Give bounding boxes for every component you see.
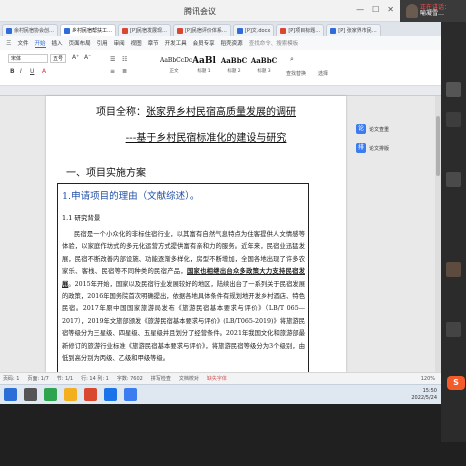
grow-font-icon[interactable]: A⁺ [72, 54, 79, 61]
doc-tab-active[interactable]: 乡村民宿帮扶工… [60, 24, 117, 36]
section-heading: 一、项目实施方案 [66, 168, 146, 179]
doc-check-button[interactable]: 文档校对 [179, 375, 199, 382]
speaker-name: 喻凝雪… [420, 10, 445, 17]
sogou-ime-icon[interactable]: S [447, 376, 465, 390]
bullet-list-icon[interactable]: ☰ [110, 56, 115, 63]
missing-font-button[interactable]: 缺失字体 [207, 375, 227, 382]
status-bar: 页码: 1 页面: 1/7 节: 1/1 行: 14 列: 1 字数: 7602… [0, 372, 441, 384]
start-icon[interactable] [4, 388, 17, 401]
body-paragraph: 民宿是一个小众化的非标住宿行业，以其富有自然气息特点为住客提供人文情感等体验，以… [62, 231, 305, 363]
tencent-meeting-icon[interactable] [124, 388, 137, 401]
folder-icon[interactable] [64, 388, 77, 401]
menu-item-vip[interactable]: 会员专享 [193, 39, 215, 47]
bold-icon[interactable]: B [10, 68, 15, 75]
wps-icon[interactable] [84, 388, 97, 401]
paper-format-button[interactable]: 排论文排版 [356, 143, 398, 153]
style-heading-2[interactable]: AaBbC 标题 2 [220, 54, 248, 80]
paper-format-icon: 排 [356, 143, 366, 153]
meeting-window-controls: — ☐ ✕ [356, 5, 394, 14]
search-command[interactable]: 查找命令、搜索模板 [249, 39, 299, 47]
menu-item-references[interactable]: 引用 [97, 39, 108, 47]
participant-thumb[interactable] [446, 112, 461, 127]
style-heading-3[interactable]: AaBbC 标题 3 [250, 54, 278, 80]
align-left-icon[interactable]: ≡ [110, 68, 115, 75]
pdf-icon [122, 27, 129, 34]
italic-icon[interactable]: I [20, 68, 22, 75]
search-icon[interactable]: ⌕ [290, 55, 294, 64]
participant-thumb[interactable] [446, 172, 461, 187]
status-words[interactable]: 字数: 7602 [117, 375, 143, 382]
browser-icon[interactable] [104, 388, 117, 401]
system-tray-clock[interactable]: 15:50 2022/5/24 [411, 388, 437, 402]
scroll-thumb[interactable] [436, 116, 440, 176]
font-name-select[interactable]: 宋体 [8, 54, 48, 63]
style-normal[interactable]: AaBbCcDc 正文 [160, 54, 192, 80]
doc-icon [330, 27, 337, 34]
numbered-list-icon[interactable]: ☷ [122, 56, 127, 63]
shrink-font-icon[interactable]: A⁻ [84, 54, 91, 61]
paper-check-icon: 论 [356, 124, 366, 134]
ribbon-toolbar: 宋体 五号 A⁺ A⁻ B I U A ☰ ☷ ≡ ≣ AaBbCcDc 正文 A… [0, 50, 441, 86]
menu-item-layout[interactable]: 页面布局 [69, 39, 91, 47]
menu-item-file[interactable]: 文件 [18, 39, 29, 47]
menu-item-chapter[interactable]: 章节 [148, 39, 159, 47]
side-tool-panel: 论论文查重 排论文排版 [356, 124, 398, 162]
align-center-icon[interactable]: ≣ [122, 68, 127, 75]
project-title: 项目全称：张家界乡村民宿高质量发展的调研 [96, 107, 296, 118]
select-button[interactable]: 选择 [318, 70, 328, 77]
underline-icon[interactable]: U [30, 68, 34, 75]
maximize-icon[interactable]: ☐ [372, 5, 379, 14]
wechat-icon[interactable] [44, 388, 57, 401]
participant-thumb[interactable] [446, 262, 461, 277]
status-pages: 页面: 1/7 [27, 376, 49, 382]
status-page: 页码: 1 [3, 376, 20, 382]
meeting-footer [0, 404, 441, 466]
status-section: 节: 1/1 [56, 376, 74, 382]
project-subtitle: ---基于乡村民宿标准化的建设与研究 [125, 133, 287, 144]
zoom-level[interactable]: 120% [421, 376, 435, 382]
pdf-icon [176, 27, 183, 34]
menu-item-home[interactable]: 开始 [34, 39, 46, 48]
font-size-select[interactable]: 五号 [50, 54, 66, 63]
ribbon-menu: 三 文件 开始 插入 页面布局 引用 审阅 视图 章节 开发工具 会员专享 稻壳… [0, 36, 441, 50]
menu-item-docer[interactable]: 稻壳资源 [221, 39, 243, 47]
speaker-video: 正在讲话： 喻凝雪… [400, 0, 466, 22]
status-row: 行: 14 列: 1 [81, 376, 109, 382]
doc-tab[interactable]: 余村民宿协会创… [2, 24, 59, 36]
box-heading: 1.申请项目的理由（文献综述）。 [62, 191, 200, 202]
ruler [0, 86, 441, 96]
style-heading-1[interactable]: AaBl 标题 1 [190, 54, 218, 80]
doc-tab[interactable]: [P]项目标题… [276, 24, 325, 36]
close-icon[interactable]: ✕ [387, 5, 394, 14]
participant-thumb[interactable] [446, 82, 461, 97]
paper-check-button[interactable]: 论论文查重 [356, 124, 398, 134]
menu-item-view[interactable]: 视图 [131, 39, 142, 47]
doc-icon [6, 27, 12, 34]
menu-item[interactable]: 三 [6, 39, 12, 47]
doc-tab[interactable]: [P] 张家界市民… [326, 24, 381, 36]
participant-thumb[interactable] [446, 322, 461, 337]
windows-taskbar: 15:50 2022/5/24 [0, 384, 441, 404]
menu-item-insert[interactable]: 插入 [52, 39, 63, 47]
minimize-icon[interactable]: — [356, 5, 364, 14]
meeting-title: 腾讯会议 [184, 7, 216, 16]
doc-tab[interactable]: [P]文.docx [232, 24, 275, 36]
participant-strip-bottom [441, 442, 466, 466]
search-icon[interactable] [24, 388, 37, 401]
doc-tab[interactable]: [P]民宿发展现… [118, 24, 171, 36]
doc-icon [236, 27, 243, 34]
meeting-title-bar: 腾讯会议 — ☐ ✕ [0, 0, 466, 22]
font-color-icon[interactable]: A [42, 68, 46, 75]
document-tab-bar: 余村民宿协会创… 乡村民宿帮扶工… [P]民宿发展现… [P]民宿评价体系… [… [0, 22, 441, 36]
vertical-scrollbar[interactable] [435, 96, 441, 372]
box-subheading: 1.1 研究背景 [62, 214, 101, 222]
doc-icon [64, 27, 71, 34]
find-replace-button[interactable]: 查找替换 [286, 70, 306, 77]
speaker-avatar [406, 4, 418, 18]
pdf-icon [280, 27, 287, 34]
spell-check-toggle[interactable]: 拼写检查 [151, 375, 171, 382]
menu-item-review[interactable]: 审阅 [114, 39, 125, 47]
doc-tab[interactable]: [P]民宿评价体系… [172, 24, 231, 36]
menu-item-dev[interactable]: 开发工具 [165, 39, 187, 47]
